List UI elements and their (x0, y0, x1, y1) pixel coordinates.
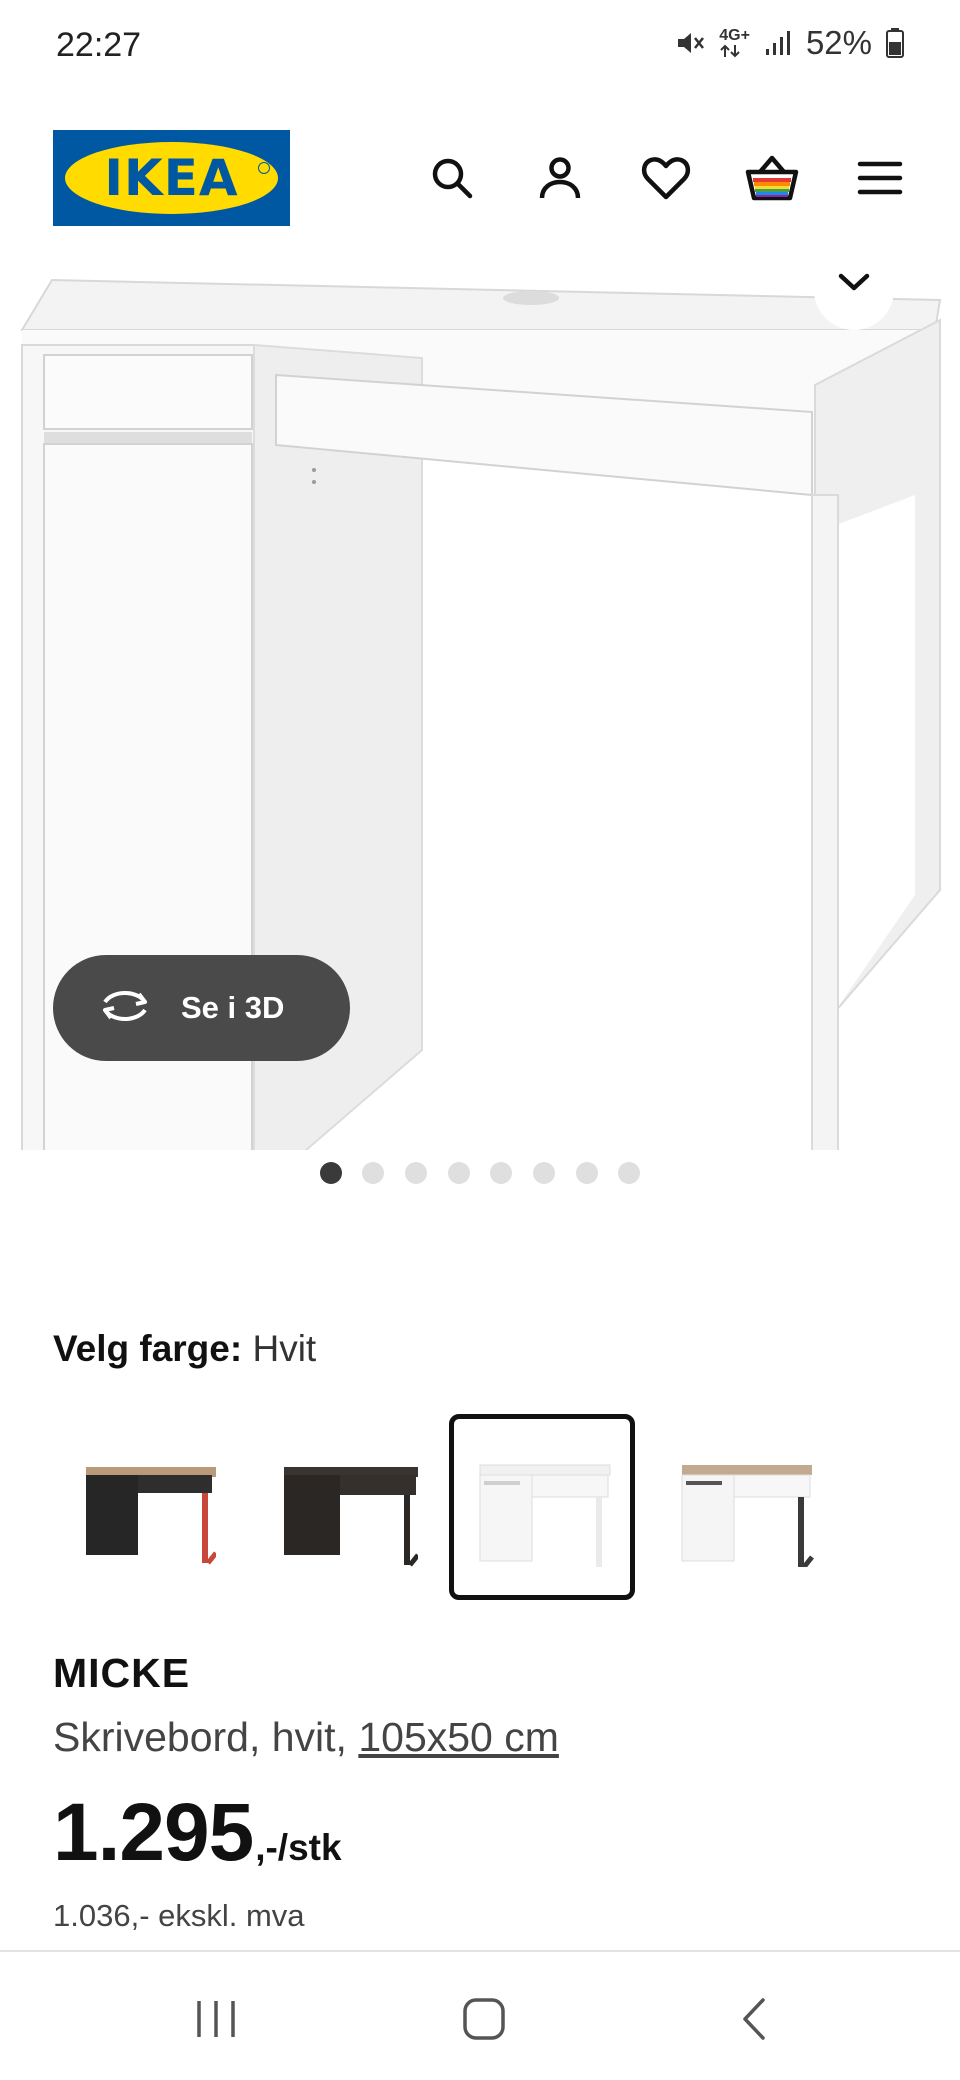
status-time: 22:27 (56, 26, 142, 64)
view-3d-button[interactable]: Se i 3D (53, 955, 350, 1061)
desk-thumbnail (479, 1464, 611, 1567)
search-icon[interactable] (424, 150, 480, 206)
product-type: Skrivebord, hvit, (53, 1714, 359, 1760)
desk-thumbnail (681, 1465, 814, 1567)
chevron-down-icon[interactable] (814, 250, 894, 330)
gallery-dot[interactable] (362, 1162, 384, 1184)
product-name: MICKE (53, 1650, 191, 1696)
system-nav-bar (0, 1950, 960, 2080)
color-picker-label: Velg farge: Hvit (53, 1328, 316, 1370)
gallery-pagination (0, 1162, 960, 1186)
product-price: 1.295 ,-/stk (53, 1786, 342, 1880)
swatch-white-anthracite[interactable] (651, 1414, 837, 1600)
desk-thumbnail (284, 1467, 418, 1567)
price-excl-vat: 1.036,- ekskl. mva (53, 1898, 305, 1933)
price-main: 1.295 (53, 1787, 254, 1878)
selected-color: Hvit (252, 1328, 317, 1369)
swatch-white[interactable] (449, 1414, 635, 1600)
gallery-dot[interactable] (405, 1162, 427, 1184)
gallery-dot[interactable] (448, 1162, 470, 1184)
ikea-logo[interactable]: IKEA (53, 130, 290, 226)
swatch-black-brown[interactable] (255, 1414, 441, 1600)
cart-icon[interactable] (744, 150, 800, 206)
gallery-dot[interactable] (533, 1162, 555, 1184)
color-label-text: Velg farge: (53, 1328, 243, 1369)
menu-icon[interactable] (852, 150, 908, 206)
gallery-dot[interactable] (320, 1162, 342, 1184)
battery-icon (886, 28, 904, 58)
gallery-dot[interactable] (490, 1162, 512, 1184)
logo-text: IKEA (104, 149, 239, 207)
gallery-dot[interactable] (576, 1162, 598, 1184)
home-icon[interactable] (454, 1994, 514, 2044)
view-3d-label: Se i 3D (181, 990, 285, 1025)
network-label: 4G+ (719, 27, 750, 44)
mute-icon (675, 28, 705, 58)
color-swatches (53, 1414, 913, 1600)
desk-thumbnail (86, 1467, 216, 1565)
site-header: IKEA (0, 110, 960, 250)
heart-icon[interactable] (638, 150, 694, 206)
network-4g-icon: 4G+ (719, 28, 750, 58)
registered-mark-icon (258, 162, 270, 174)
product-description: Skrivebord, hvit, 105x50 cm (53, 1714, 559, 1761)
gallery-dot[interactable] (618, 1162, 640, 1184)
swatch-black-brown-red[interactable] (53, 1414, 239, 1600)
status-icons: 4G+ 52% (675, 24, 904, 62)
signal-icon (764, 29, 792, 57)
status-bar: 22:27 4G+ 52% (0, 0, 960, 92)
recents-icon[interactable] (186, 1994, 246, 2044)
rotate-3d-icon (97, 988, 153, 1029)
price-suffix: ,-/stk (255, 1827, 342, 1868)
account-icon[interactable] (532, 150, 588, 206)
back-icon[interactable] (724, 1994, 784, 2044)
battery-percentage: 52% (805, 24, 872, 61)
product-dimensions-link[interactable]: 105x50 cm (358, 1714, 559, 1760)
